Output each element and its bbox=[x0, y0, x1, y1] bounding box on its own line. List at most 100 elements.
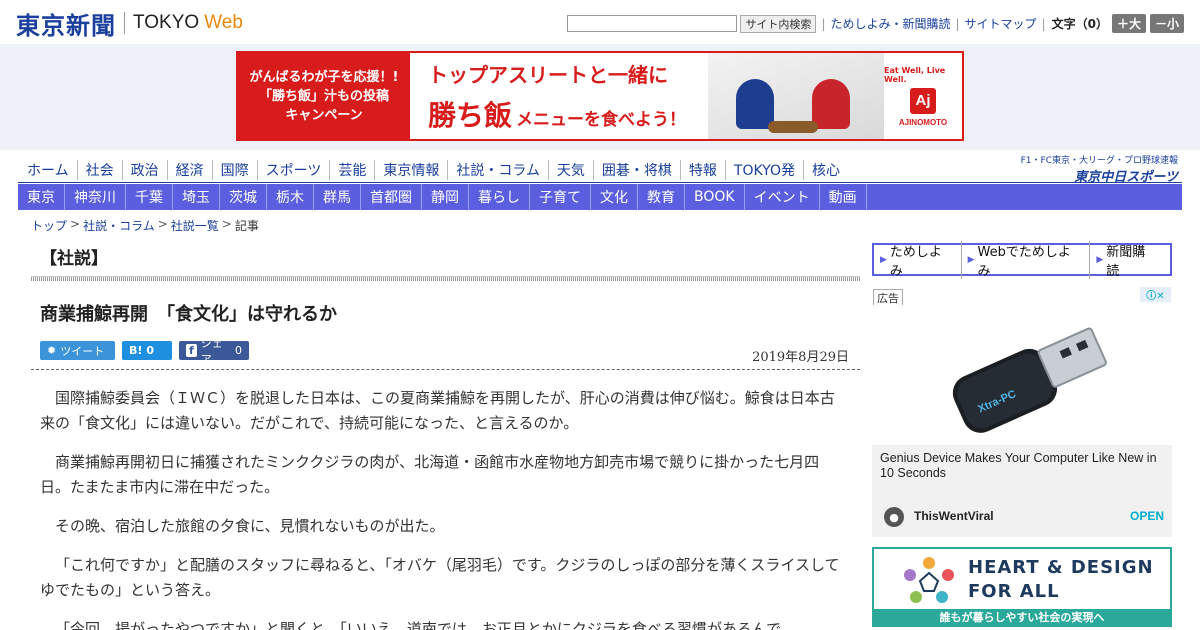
breadcrumb: トップ > 社説・コラム > 社説一覧 > 記事 bbox=[31, 217, 259, 234]
subnav-item-tokyo[interactable]: 東京 bbox=[18, 184, 65, 210]
twitter-bird-icon: ✹ bbox=[47, 344, 57, 357]
banner-campaign-line: がんばるわが子を応援！! bbox=[249, 69, 399, 85]
subnav-item-ibaraki[interactable]: 茨城 bbox=[220, 184, 267, 210]
ad-headline[interactable]: Genius Device Makes Your Computer Like N… bbox=[880, 451, 1166, 481]
trial-subscribe-link[interactable]: ためしよみ・新聞購読 bbox=[830, 15, 950, 32]
nav-item-home[interactable]: ホーム bbox=[18, 160, 77, 180]
heart-design-title: HEART & DESIGN bbox=[968, 557, 1154, 578]
article-paragraph: 国際捕鯨委員会（ＩＷＣ）を脱退した日本は、この夏商業捕鯨を再開したが、肝心の消費… bbox=[40, 389, 835, 432]
nav-item-entertainment[interactable]: 芸能 bbox=[329, 160, 374, 180]
facebook-share-count: 0 bbox=[235, 344, 242, 357]
hatena-count: 0 bbox=[146, 344, 155, 357]
breadcrumb-top[interactable]: トップ bbox=[31, 217, 67, 234]
nav-item-politics[interactable]: 政治 bbox=[121, 160, 167, 180]
athlete-figure bbox=[812, 79, 850, 129]
logo-web-text: Web bbox=[204, 12, 243, 33]
nav-item-go-shogi[interactable]: 囲碁・将棋 bbox=[592, 160, 680, 180]
sponsored-ad[interactable]: Xtra-PC Genius Device Makes Your Compute… bbox=[872, 305, 1172, 537]
nav-item-weather[interactable]: 天気 bbox=[547, 160, 593, 180]
banner-athletes-photo bbox=[708, 53, 884, 139]
nav-item-sports[interactable]: スポーツ bbox=[256, 160, 330, 180]
site-logo[interactable]: 東京新聞 TOKYO Web bbox=[16, 8, 243, 40]
ad-banner-kachimeshi[interactable]: がんばるわが子を応援！! 「勝ち飯」汁もの投稿 キャンペーン トップアスリートと… bbox=[236, 51, 964, 141]
nav-divider bbox=[18, 182, 1182, 183]
heart-design-logo-icon bbox=[904, 557, 954, 603]
banner-headline-panel: トップアスリートと一緒に 勝ち飯 メニューを食べよう！ bbox=[410, 53, 708, 139]
nav-item-core[interactable]: 核心 bbox=[802, 160, 848, 180]
banner-tagline-row: 勝ち飯 メニューを食べよう！ bbox=[428, 94, 686, 134]
nav-item-special[interactable]: 特報 bbox=[679, 160, 725, 180]
web-trial-read-label: Webでためしよみ bbox=[977, 244, 1071, 279]
subscribe-label: 新聞購読 bbox=[1106, 244, 1146, 279]
header-separator: | bbox=[1041, 16, 1046, 31]
font-smaller-button[interactable]: －小 bbox=[1149, 14, 1184, 33]
subnav-item-living[interactable]: 暮らし bbox=[469, 184, 530, 210]
article-paragraph: 「これ何ですか」と配膳のスタッフに尋ねると、「オバケ（尾羽毛）です。クジラのしっ… bbox=[40, 556, 840, 599]
subnav-item-tochigi[interactable]: 栃木 bbox=[267, 184, 314, 210]
banner-kachimeshi: 勝ち飯 bbox=[428, 98, 513, 132]
tweet-button[interactable]: ✹ ツイート bbox=[40, 341, 115, 360]
heart-design-footer: 誰もが暮らしやすい社会の実現へ bbox=[874, 609, 1170, 625]
facebook-share-button[interactable]: f シェア 0 bbox=[179, 337, 249, 366]
heart-design-banner[interactable]: HEART & DESIGN FOR ALL 誰もが暮らしやすい社会の実現へ bbox=[872, 547, 1172, 627]
logo-en-text: TOKYO bbox=[133, 12, 200, 33]
sub-nav: 東京 神奈川 千葉 埼玉 茨城 栃木 群馬 首都圏 静岡 暮らし 子育て 文化 … bbox=[18, 184, 1182, 210]
triangle-right-icon: ▶ bbox=[967, 254, 975, 265]
nav-item-society[interactable]: 社会 bbox=[76, 160, 122, 180]
nav-item-tokyo-info[interactable]: 東京情報 bbox=[374, 160, 447, 180]
subscribe-link[interactable]: ▶ 新聞購読 bbox=[1089, 240, 1164, 279]
banner-campaign-line: 「勝ち飯」汁もの投稿 bbox=[258, 88, 389, 104]
athlete-figure bbox=[736, 79, 774, 129]
trial-read-label: ためしよみ bbox=[889, 244, 942, 279]
main-nav: ホーム 社会 政治 経済 国際 スポーツ 芸能 東京情報 社説・コラム 天気 囲… bbox=[18, 158, 848, 182]
search-button[interactable]: サイト内検索 bbox=[740, 14, 817, 33]
ad-choices-icon[interactable]: ⓘ✕ bbox=[1140, 287, 1171, 302]
font-larger-button[interactable]: ＋大 bbox=[1111, 14, 1146, 33]
subnav-item-saitama[interactable]: 埼玉 bbox=[173, 184, 220, 210]
meal-plate bbox=[768, 121, 818, 133]
subnav-item-video[interactable]: 動画 bbox=[820, 184, 867, 210]
breadcrumb-current: 記事 bbox=[234, 219, 259, 233]
subnav-item-kanagawa[interactable]: 神奈川 bbox=[65, 184, 126, 210]
article-paragraph: 「今回、揚がったやつですか」と聞くと、「いいえ。道南では、お正月とかにクジラを食… bbox=[55, 620, 782, 630]
logo-divider bbox=[124, 12, 125, 34]
nav-item-editorial[interactable]: 社説・コラム bbox=[447, 160, 548, 180]
article-body: 国際捕鯨委員会（ＩＷＣ）を脱退した日本は、この夏商業捕鯨を再開したが、肝心の消費… bbox=[40, 386, 842, 630]
banner-headline: トップアスリートと一緒に bbox=[428, 62, 668, 87]
banner-campaign-panel: がんばるわが子を応援！! 「勝ち飯」汁もの投稿 キャンペーン bbox=[238, 53, 410, 139]
chunichi-subtitle: F1・FC東京・大リーグ・プロ野球速報 bbox=[1020, 156, 1178, 166]
breadcrumb-separator: > bbox=[221, 217, 232, 231]
subnav-item-culture[interactable]: 文化 bbox=[591, 184, 638, 210]
subnav-item-shizuoka[interactable]: 静岡 bbox=[422, 184, 469, 210]
logo-jp-text: 東京新聞 bbox=[16, 10, 116, 40]
subnav-item-gunma[interactable]: 群馬 bbox=[314, 184, 361, 210]
chunichi-sports-link[interactable]: F1・FC東京・大リーグ・プロ野球速報 東京中日スポーツ bbox=[1021, 153, 1178, 185]
article-paragraph: 商業捕鯨再開初日に捕獲されたミンククジラの肉が、北海道・函館市水産物地方卸売市場… bbox=[40, 453, 820, 496]
nav-item-tokyo-hatsu[interactable]: TOKYO発 bbox=[724, 160, 803, 180]
search-input[interactable] bbox=[567, 15, 738, 32]
sitemap-link[interactable]: サイトマップ bbox=[965, 15, 1037, 32]
heart-design-subtitle: FOR ALL bbox=[968, 581, 1060, 602]
subnav-item-book[interactable]: BOOK bbox=[685, 184, 745, 210]
nav-item-international[interactable]: 国際 bbox=[211, 160, 257, 180]
breadcrumb-editorial-list[interactable]: 社説一覧 bbox=[171, 217, 219, 234]
web-trial-read-link[interactable]: ▶ Webでためしよみ bbox=[960, 240, 1090, 279]
article-date: 2019年8月29日 bbox=[752, 350, 849, 365]
triangle-right-icon: ▶ bbox=[880, 254, 887, 265]
facebook-share-label: シェア bbox=[200, 336, 223, 366]
trial-read-link[interactable]: ▶ ためしよみ bbox=[880, 241, 961, 279]
subnav-item-education[interactable]: 教育 bbox=[638, 184, 685, 210]
usb-device-image: Xtra-PC bbox=[872, 305, 1172, 445]
subnav-item-shutoken[interactable]: 首都圏 bbox=[361, 184, 422, 210]
subnav-item-event[interactable]: イベント bbox=[745, 184, 820, 210]
hatena-bookmark-button[interactable]: B! 0 bbox=[122, 341, 172, 360]
subnav-item-parenting[interactable]: 子育て bbox=[530, 184, 591, 210]
ad-open-button[interactable]: OPEN bbox=[1130, 509, 1164, 523]
article-title: 商業捕鯨再開 「食文化」は守れるか bbox=[40, 304, 337, 325]
subnav-item-chiba[interactable]: 千葉 bbox=[126, 184, 173, 210]
nav-item-economy[interactable]: 経済 bbox=[166, 160, 212, 180]
subscription-links-box: ▶ ためしよみ ▶ Webでためしよみ ▶ 新聞購読 bbox=[872, 240, 1172, 279]
breadcrumb-editorial[interactable]: 社説・コラム bbox=[83, 217, 155, 234]
banner-campaign-line: キャンペーン bbox=[285, 107, 363, 123]
globe-icon: ● bbox=[884, 507, 904, 527]
